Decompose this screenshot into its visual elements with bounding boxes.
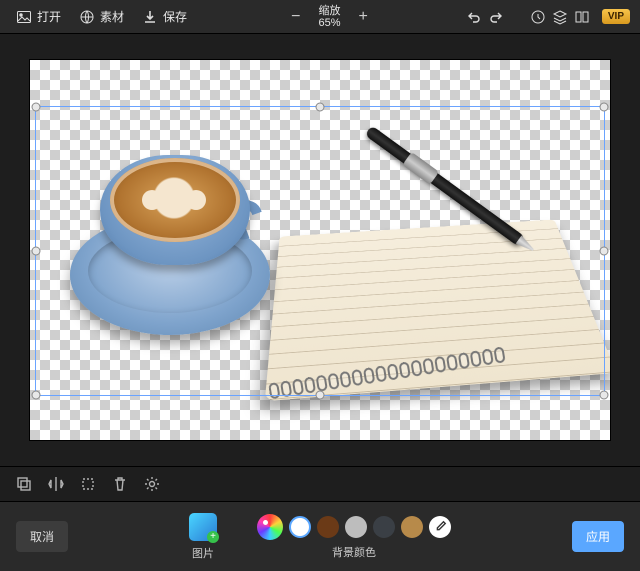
handle-top-mid[interactable] (316, 103, 325, 112)
edit-toolbar (0, 466, 640, 502)
flip-button[interactable] (46, 474, 66, 494)
globe-icon (79, 9, 95, 25)
open-label: 打开 (37, 8, 61, 25)
compare-icon[interactable] (574, 9, 590, 25)
undo-icon[interactable] (466, 9, 482, 25)
color-swatch-3[interactable] (373, 516, 395, 538)
assets-label: 素材 (100, 8, 124, 25)
save-button[interactable]: 保存 (136, 4, 193, 29)
image-bg-label: 图片 (192, 545, 214, 561)
open-button[interactable]: 打开 (10, 4, 67, 29)
color-swatch-4[interactable] (401, 516, 423, 538)
color-swatch-0[interactable] (289, 516, 311, 538)
color-swatch-1[interactable] (317, 516, 339, 538)
handle-top-left[interactable] (32, 103, 41, 112)
apply-button[interactable]: 应用 (572, 521, 624, 552)
handle-mid-right[interactable] (600, 247, 609, 256)
canvas-area (0, 34, 640, 466)
download-icon (142, 9, 158, 25)
zoom-title: 缩放 (318, 5, 340, 17)
crop-button[interactable] (78, 474, 98, 494)
top-toolbar: 打开 素材 保存 − 缩放 65% + VIP (0, 0, 640, 34)
selection-box[interactable] (35, 106, 605, 396)
eyedropper-button[interactable] (429, 516, 451, 538)
zoom-in-button[interactable]: + (350, 8, 375, 26)
handle-mid-left[interactable] (32, 247, 41, 256)
zoom-display: 缩放 65% (318, 5, 340, 29)
zoom-value: 65% (318, 17, 340, 29)
handle-top-right[interactable] (600, 103, 609, 112)
copy-button[interactable] (14, 474, 34, 494)
handle-bot-left[interactable] (32, 391, 41, 400)
image-icon (16, 9, 32, 25)
vip-badge[interactable]: VIP (602, 9, 630, 24)
layers-icon[interactable] (552, 9, 568, 25)
assets-button[interactable]: 素材 (73, 4, 130, 29)
bottom-bar: 取消 图片 背景颜色 应用 (0, 502, 640, 571)
image-bg-option[interactable]: 图片 (189, 513, 217, 561)
image-thumb-icon (189, 513, 217, 541)
redo-icon[interactable] (488, 9, 504, 25)
zoom-out-button[interactable]: − (283, 8, 308, 26)
handle-bot-right[interactable] (600, 391, 609, 400)
settings-button[interactable] (142, 474, 162, 494)
bottom-mid: 图片 背景颜色 (82, 513, 558, 561)
bg-color-group: 背景颜色 (257, 514, 451, 560)
canvas[interactable] (30, 60, 610, 440)
bg-color-label: 背景颜色 (332, 544, 376, 560)
handle-bot-mid[interactable] (316, 391, 325, 400)
history-icon[interactable] (530, 9, 546, 25)
palette-icon[interactable] (257, 514, 283, 540)
save-label: 保存 (163, 8, 187, 25)
swatch-row (257, 514, 451, 540)
cancel-button[interactable]: 取消 (16, 521, 68, 552)
color-swatch-2[interactable] (345, 516, 367, 538)
delete-button[interactable] (110, 474, 130, 494)
